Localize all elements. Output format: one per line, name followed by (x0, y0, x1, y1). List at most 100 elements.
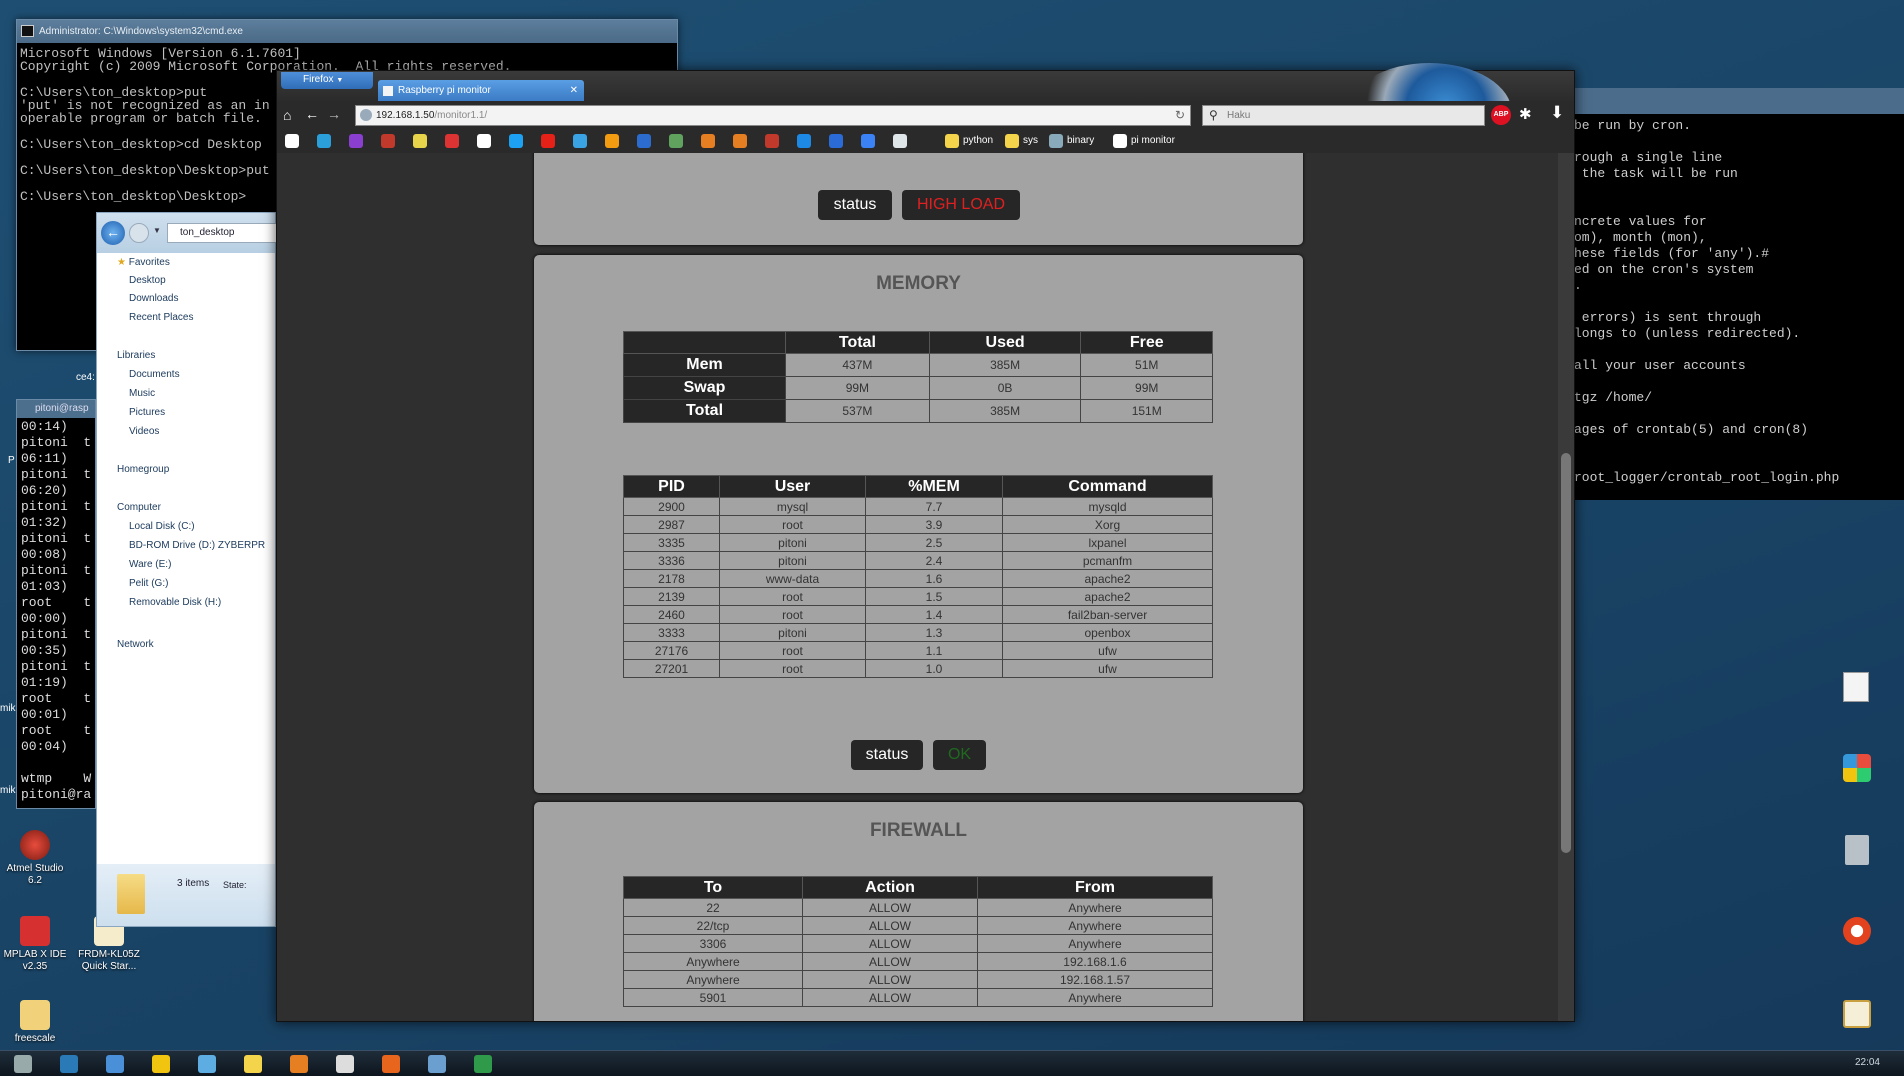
breadcrumb[interactable]: ton_desktop (167, 223, 287, 243)
bookmark-pi-monitor[interactable]: pi monitor (1131, 135, 1175, 146)
nav-item-downloads[interactable]: Downloads (129, 293, 178, 304)
nav-item-videos[interactable]: Videos (129, 426, 159, 437)
bookmark-site-icon[interactable] (701, 134, 715, 148)
bookmark-site-icon[interactable] (413, 134, 427, 148)
nav-computer[interactable]: Computer (117, 502, 161, 513)
putty-titlebar[interactable]: pitoni@rasp (17, 400, 95, 418)
bookmark-python[interactable]: python (963, 135, 993, 146)
search-input[interactable]: ⚲ Haku (1202, 105, 1485, 126)
desktop-icon-windows[interactable] (1843, 754, 1871, 782)
nav-drive-e[interactable]: Ware (E:) (129, 559, 171, 570)
bookmark-site-icon[interactable] (477, 134, 491, 148)
url-bar[interactable]: 192.168.1.50/monitor1.1/ ↻ (355, 105, 1191, 126)
bookmark-site-icon[interactable] (765, 134, 779, 148)
bookmark-site-icon[interactable] (829, 134, 843, 148)
nav-item-music[interactable]: Music (129, 388, 155, 399)
putty-icon[interactable] (474, 1055, 492, 1073)
table-cell: mysql (719, 497, 866, 516)
nav-item-pictures[interactable]: Pictures (129, 407, 165, 418)
bookmark-site-icon[interactable] (797, 134, 811, 148)
nav-homegroup[interactable]: Homegroup (117, 464, 169, 475)
firefox-icon[interactable] (382, 1055, 400, 1073)
app-icon[interactable] (428, 1055, 446, 1073)
right-terminal-window[interactable]: be run by cron. rough a single line the … (1560, 88, 1904, 500)
table-cell: 385M (928, 353, 1082, 377)
nav-item-documents[interactable]: Documents (129, 369, 180, 380)
bookmark-site-icon[interactable] (445, 134, 459, 148)
row-header: Mem (623, 353, 786, 377)
nav-drive-g[interactable]: Pelit (G:) (129, 578, 168, 589)
close-icon[interactable]: ✕ (570, 80, 578, 102)
firefox-titlebar[interactable]: Firefox ▼ Raspberry pi monitor ✕ (277, 63, 1574, 163)
putty-window[interactable]: pitoni@rasp 00:14) pitoni t 06:11) piton… (16, 399, 96, 809)
nav-drive-c[interactable]: Local Disk (C:) (129, 521, 195, 532)
desktop-icon-atmel-studio[interactable]: Atmel Studio 6.2 (0, 830, 70, 887)
desktop-icon-search-tool[interactable] (1843, 1000, 1871, 1028)
desktop-icon-ccleaner[interactable] (1843, 917, 1871, 945)
bookmark-site-icon[interactable] (605, 134, 619, 148)
firefox-window[interactable]: Firefox ▼ Raspberry pi monitor ✕ ⌂ ← → 1… (276, 63, 1575, 1022)
firefox-menu-button[interactable]: Firefox ▼ (281, 72, 373, 89)
back-button[interactable]: ← (101, 221, 125, 245)
page-scrollbar[interactable] (1558, 153, 1574, 1021)
download-icon[interactable]: ⬇ (1550, 103, 1564, 123)
table-cell: 27176 (623, 641, 720, 660)
table-cell: 1.6 (865, 569, 1003, 588)
bookmark-site-icon[interactable] (893, 134, 907, 148)
vlc-icon[interactable] (290, 1055, 308, 1073)
home-icon[interactable]: ⌂ (283, 107, 291, 123)
nav-item-recent[interactable]: Recent Places (129, 312, 193, 323)
table-cell: fail2ban-server (1002, 605, 1213, 624)
bookmark-site-icon[interactable] (285, 134, 299, 148)
scrollbar-thumb[interactable] (1561, 453, 1571, 853)
bookmark-sys[interactable]: sys (1023, 135, 1038, 146)
table-cell: 3335 (623, 533, 720, 552)
column-header: Action (802, 876, 978, 899)
bookmark-site-icon[interactable] (317, 134, 331, 148)
explorer-window[interactable]: ← ▼ ton_desktop ★ Favorites Desktop Down… (96, 212, 287, 927)
tab-raspberry-pi-monitor[interactable]: Raspberry pi monitor ✕ (378, 80, 584, 102)
bookmark-site-icon[interactable] (669, 134, 683, 148)
bookmark-site-icon[interactable] (573, 134, 587, 148)
nav-item-desktop[interactable]: Desktop (129, 275, 166, 286)
bookmark-site-icon[interactable] (541, 134, 555, 148)
explorer-icon[interactable] (244, 1055, 262, 1073)
nav-drive-d[interactable]: BD-ROM Drive (D:) ZYBERPR (129, 540, 265, 551)
internet-explorer-icon[interactable] (106, 1055, 124, 1073)
bookmark-site-icon[interactable] (637, 134, 651, 148)
right-terminal-titlebar[interactable] (1561, 88, 1904, 114)
bookmark-site-icon[interactable] (861, 134, 875, 148)
bookmark-site-icon[interactable] (381, 134, 395, 148)
bookmark-site-icon[interactable] (733, 134, 747, 148)
table-row: Swap 99M 0B 99M (623, 376, 1213, 400)
desktop-icon-mplab[interactable]: MPLAB X IDE v2.35 (0, 916, 70, 973)
back-icon[interactable]: ← (305, 106, 319, 122)
clock[interactable]: 22:04 (1855, 1057, 1880, 1068)
steam-icon[interactable] (60, 1055, 78, 1073)
desktop-icon-document[interactable] (1843, 672, 1869, 702)
table-cell: 99M (1080, 376, 1213, 400)
nav-drive-h[interactable]: Removable Disk (H:) (129, 597, 221, 608)
gear-icon[interactable]: ✱ (1519, 105, 1532, 123)
memory-panel: MEMORY Total Used Free Mem 437M 385M 51M Sw… (534, 255, 1303, 793)
cmd-icon[interactable] (336, 1055, 354, 1073)
reload-icon[interactable]: ↻ (1175, 106, 1185, 125)
folder-icon (20, 1000, 50, 1030)
cmd-titlebar[interactable]: Administrator: C:\Windows\system32\cmd.e… (17, 20, 677, 43)
table-cell: openbox (1002, 623, 1213, 642)
forward-icon[interactable]: → (327, 106, 341, 122)
bookmark-site-icon[interactable] (509, 134, 523, 148)
adblock-icon[interactable]: ABP (1491, 105, 1511, 125)
bookmark-binary[interactable]: binary (1067, 135, 1094, 146)
desktop-icon-freescale[interactable]: freescale (0, 1000, 70, 1045)
norton-icon[interactable] (152, 1055, 170, 1073)
nav-network[interactable]: Network (117, 639, 154, 650)
nav-libraries[interactable]: Libraries (117, 350, 155, 361)
forward-button[interactable] (129, 223, 149, 243)
water-icon[interactable] (198, 1055, 216, 1073)
bookmark-site-icon[interactable] (349, 134, 363, 148)
chevron-down-icon[interactable]: ▼ (153, 226, 161, 235)
start-icon[interactable] (14, 1055, 32, 1073)
nav-favorites[interactable]: ★ Favorites (117, 257, 170, 268)
desktop-icon-computer[interactable] (1845, 835, 1869, 865)
